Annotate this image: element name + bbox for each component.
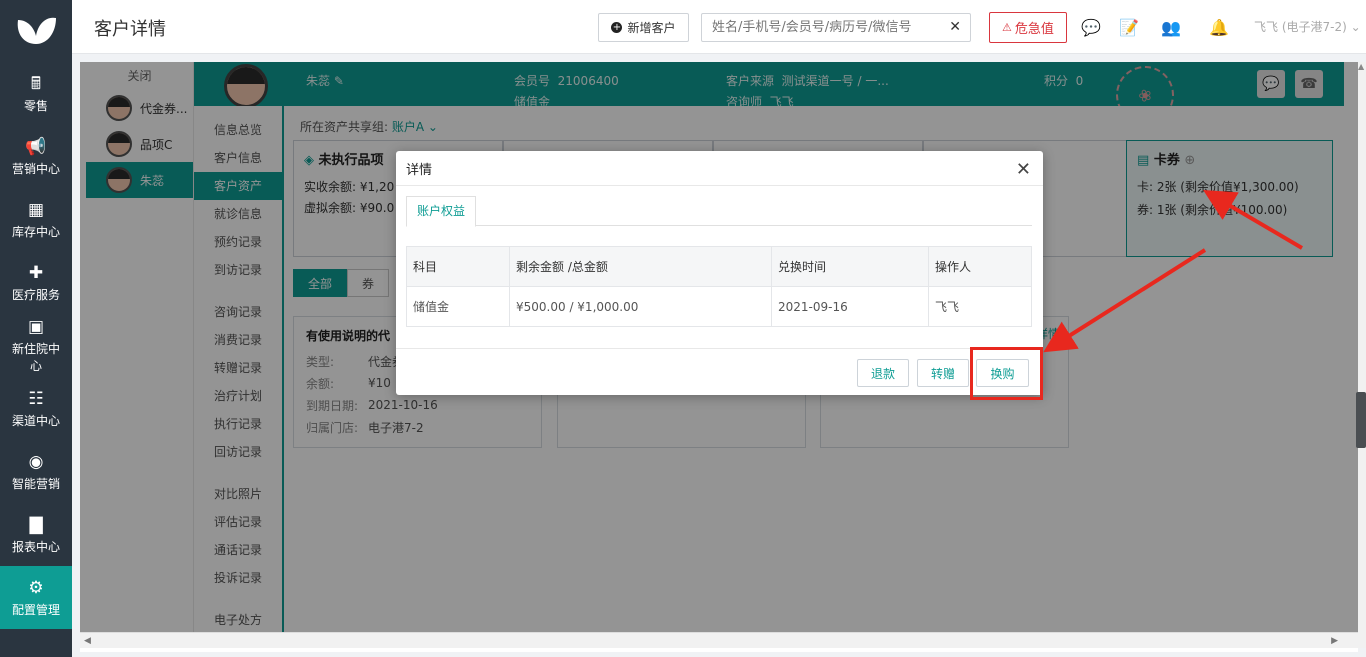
nav-item-config[interactable]: ⚙ 配置管理 <box>0 566 72 629</box>
app-logo <box>0 0 72 62</box>
warning-icon: ⚠ <box>1002 21 1012 34</box>
users-icon[interactable]: 👥 <box>1158 14 1184 40</box>
nav-item-label: 零售 <box>23 98 48 113</box>
bar-chart-icon: ▇ <box>29 514 43 535</box>
nav-item-smart-marketing[interactable]: ◉ 智能营销 <box>0 440 72 503</box>
nav-item-label: 智能营销 <box>11 476 60 491</box>
plus-icon: + <box>611 22 623 33</box>
critical-value-label: 危急值 <box>1014 22 1054 37</box>
top-bar: 客户详情 + 新增客户 ✕ ⚠危急值 💬 📝 👥 🔔 飞飞 (电子港7-2) ⌄ <box>72 0 1366 54</box>
nav-item-inpatient[interactable]: ▣ 新住院中心 <box>0 314 72 377</box>
megaphone-icon: 📢 <box>25 136 47 157</box>
clear-icon[interactable]: ✕ <box>949 19 961 35</box>
bell-icon[interactable]: 🔔 <box>1206 14 1232 40</box>
nav-item-label: 新住院中心 <box>11 342 60 373</box>
table-cell: 储值金 <box>406 286 510 327</box>
page-title: 客户详情 <box>94 19 166 40</box>
scroll-left-icon[interactable]: ◀ <box>84 636 91 646</box>
table-cell: 飞飞 <box>928 286 1032 327</box>
chevron-down-icon: ⌄ <box>1350 20 1361 34</box>
wechat-icon[interactable]: 💬 <box>1078 14 1104 40</box>
nav-item-label: 配置管理 <box>11 602 60 617</box>
scroll-up-icon[interactable]: ▲ <box>1358 62 1364 71</box>
nav-item-label: 医疗服务 <box>11 287 60 302</box>
nav-item-channel[interactable]: ☷ 渠道中心 <box>0 377 72 440</box>
retail-icon: 🖩 <box>30 73 42 94</box>
modal-footer: 退款 转赠 换购 <box>396 348 1043 395</box>
tab-account-rights[interactable]: 账户权益 <box>406 196 476 227</box>
nav-item-label: 营销中心 <box>11 161 60 176</box>
critical-value-button[interactable]: ⚠ 危急值 <box>989 12 1067 43</box>
butterfly-logo-icon <box>17 17 57 44</box>
transfer-button[interactable]: 转赠 <box>917 359 969 387</box>
main-nav: 🖩 零售 📢 营销中心 ▦ 库存中心 ✚ 医疗服务 ▣ 新住院中心 ☷ 渠道中心 ◉ 智能营销… <box>0 0 72 657</box>
nav-item-inventory[interactable]: ▦ 库存中心 <box>0 188 72 251</box>
nav-item-reports[interactable]: ▇ 报表中心 <box>0 503 72 566</box>
add-customer-label: 新增客户 <box>627 21 676 35</box>
column-header: 操作人 <box>928 246 1032 287</box>
nav-item-marketing[interactable]: 📢 营销中心 <box>0 125 72 188</box>
grid-icon: ▦ <box>27 199 45 220</box>
scroll-right-icon[interactable]: ▶ <box>1331 636 1338 646</box>
vertical-scrollbar[interactable]: ▲ <box>1358 62 1366 648</box>
column-header: 剩余金额 /总金额 <box>509 246 772 287</box>
annotation-highlight-box <box>970 347 1043 400</box>
nav-item-label: 报表中心 <box>11 539 60 554</box>
search-input[interactable] <box>702 14 932 41</box>
horizontal-scrollbar[interactable]: ◀ ▶ <box>80 632 1358 648</box>
detail-modal: 详情 ✕ 账户权益 科目 剩余金额 /总金额 兑换时间 操作人 储值金 ¥500… <box>396 151 1043 395</box>
gear-icon: ⚙ <box>28 577 44 598</box>
nav-item-medical[interactable]: ✚ 医疗服务 <box>0 251 72 314</box>
column-header: 兑换时间 <box>771 246 929 287</box>
table-row: 储值金 ¥500.00 / ¥1,000.00 2021-09-16 飞飞 <box>406 286 1032 327</box>
hospital-icon: ▣ <box>27 317 45 337</box>
modal-title: 详情 <box>396 151 1043 186</box>
close-icon[interactable]: ✕ <box>1016 159 1031 180</box>
rights-table: 科目 剩余金额 /总金额 兑换时间 操作人 储值金 ¥500.00 / ¥1,0… <box>406 246 1032 327</box>
table-header-row: 科目 剩余金额 /总金额 兑换时间 操作人 <box>406 246 1032 287</box>
search-box: ✕ <box>701 13 971 42</box>
current-user-label: 飞飞 (电子港7-2) <box>1254 20 1347 34</box>
refund-button[interactable]: 退款 <box>857 359 909 387</box>
smart-marketing-icon: ◉ <box>28 451 44 472</box>
table-cell: 2021-09-16 <box>771 286 929 327</box>
current-user[interactable]: 飞飞 (电子港7-2) ⌄ <box>1254 18 1361 35</box>
nav-item-label: 库存中心 <box>11 224 60 239</box>
side-handle[interactable] <box>1356 392 1366 448</box>
table-cell: ¥500.00 / ¥1,000.00 <box>509 286 772 327</box>
column-header: 科目 <box>406 246 510 287</box>
modal-tabs: 账户权益 <box>406 196 1032 227</box>
nav-item-label: 渠道中心 <box>11 413 60 428</box>
nav-item-retail[interactable]: 🖩 零售 <box>0 62 72 125</box>
medical-kit-icon: ✚ <box>28 262 44 283</box>
org-chart-icon: ☷ <box>28 388 44 409</box>
add-customer-button[interactable]: + 新增客户 <box>598 13 689 42</box>
notes-icon[interactable]: 📝 <box>1116 14 1142 40</box>
